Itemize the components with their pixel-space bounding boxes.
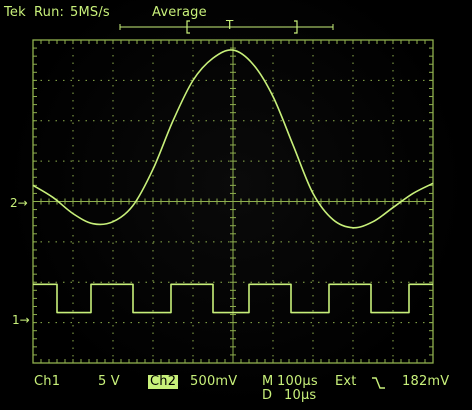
graticule xyxy=(32,39,434,364)
main-timebase-prefix: M xyxy=(262,374,274,389)
falling-edge-icon xyxy=(372,377,385,389)
main-timebase: 100µs xyxy=(277,374,318,389)
ch2-scale: 500mV xyxy=(190,374,238,389)
trigger-window-bracket xyxy=(119,20,334,34)
ch1-label: Ch1 xyxy=(34,374,61,389)
falling-edge-icon-shape xyxy=(372,377,385,389)
ch2-label: Ch2 xyxy=(148,374,179,389)
ch1-scale: 5 V xyxy=(98,374,120,389)
delay-timebase-prefix: D xyxy=(262,388,273,403)
trigger-level: 182mV xyxy=(402,374,450,389)
trigger-source: Ext xyxy=(335,374,357,389)
scope-display xyxy=(32,20,434,389)
delay-timebase: 10µs xyxy=(284,388,317,403)
